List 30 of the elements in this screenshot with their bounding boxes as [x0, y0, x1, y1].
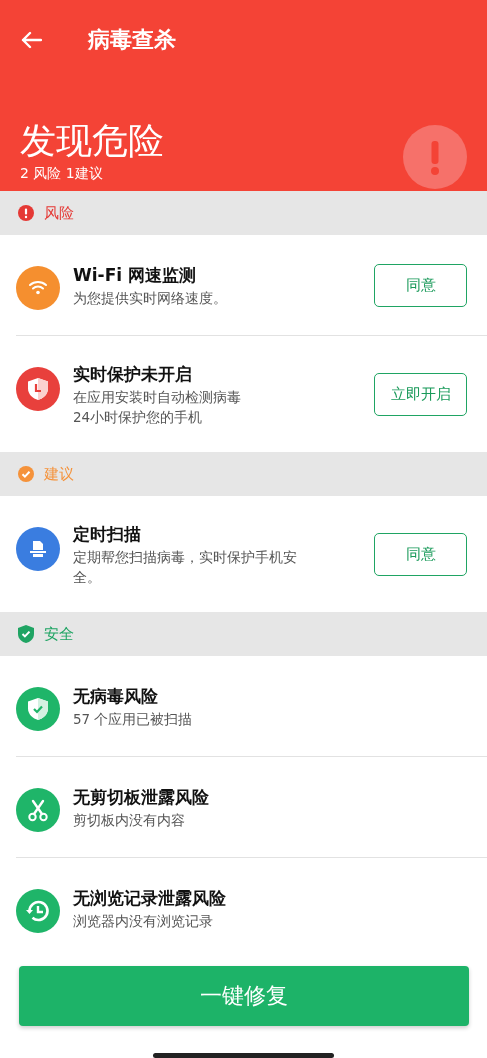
item-description: 在应用安装时自动检测病毒 — [73, 388, 242, 407]
status-headline: 发现危险 — [20, 119, 164, 163]
action-button[interactable]: 同意 — [374, 263, 467, 307]
item-title: Wi-Fi 网速监测 — [73, 264, 197, 287]
item-description: 浏览器内没有浏览记录 — [73, 912, 214, 931]
item-title: 无病毒风险 — [73, 685, 159, 708]
screen-title: 病毒查杀 — [88, 26, 176, 54]
action-button[interactable]: 同意 — [374, 532, 467, 576]
shield-clock-icon — [16, 367, 60, 411]
item-description: 剪切板内没有内容 — [73, 811, 186, 830]
scissors-icon — [16, 788, 60, 832]
shield-check-icon — [16, 687, 60, 731]
back-icon[interactable] — [20, 31, 42, 49]
item-description: 24小时保护您的手机 — [73, 408, 204, 427]
section-title: 安全 — [44, 624, 74, 644]
section-title: 建议 — [44, 464, 74, 484]
section-title: 风险 — [44, 203, 74, 223]
wifi-icon — [16, 266, 60, 310]
fix-button[interactable]: 一键修复 — [18, 966, 469, 1026]
item-description: 定期帮您扫描病毒，实时保护手机安全。 — [73, 548, 298, 587]
item-title: 实时保护未开启 — [73, 363, 193, 386]
item-title: 无剪切板泄露风险 — [73, 786, 210, 809]
item-title: 无浏览记录泄露风险 — [73, 887, 227, 910]
action-button[interactable]: 立即开启 — [374, 372, 467, 416]
risk-count: 2 风险 1建议 — [20, 165, 104, 183]
item-title: 定时扫描 — [73, 523, 142, 546]
item-description: 57 个应用已被扫描 — [73, 710, 194, 729]
document-icon — [16, 527, 60, 571]
history-icon — [16, 889, 60, 933]
item-description: 为您提供实时网络速度。 — [73, 289, 228, 308]
